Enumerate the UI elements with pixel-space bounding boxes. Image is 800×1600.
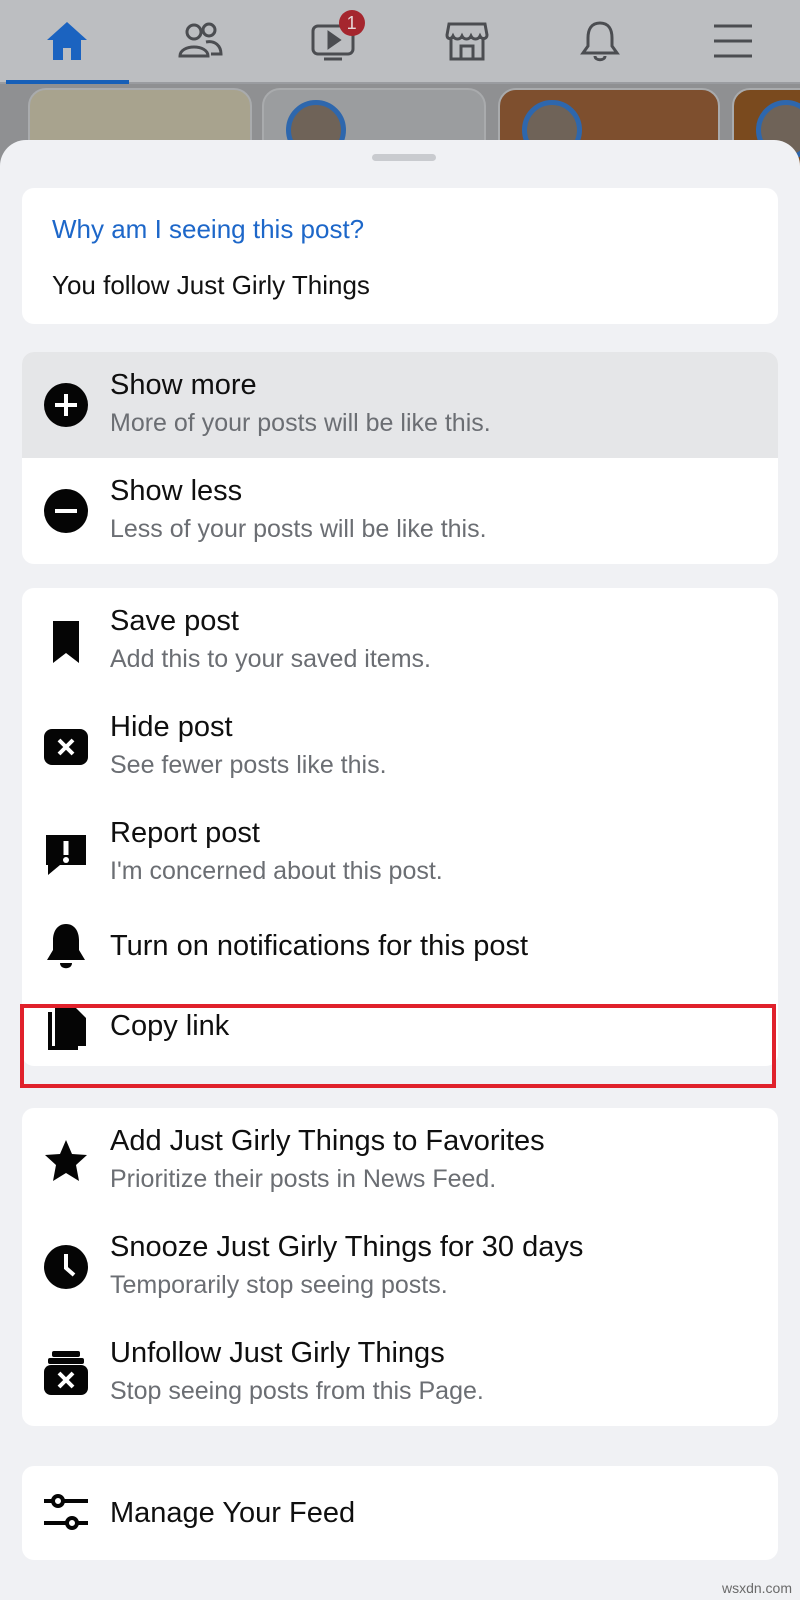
nav-watch[interactable]: 1 <box>267 0 400 82</box>
notifications-bell-icon <box>580 21 620 62</box>
option-title: Report post <box>110 817 260 849</box>
option-title: Add Just Girly Things to Favorites <box>110 1125 545 1157</box>
marketplace-icon <box>445 22 489 61</box>
option-subtitle: Add this to your saved items. <box>110 645 431 673</box>
option-subtitle: See fewer posts like this. <box>110 751 387 779</box>
copy-link-option[interactable]: Copy link <box>22 986 778 1066</box>
minus-circle-icon <box>42 487 90 535</box>
clock-icon <box>42 1243 90 1291</box>
option-title: Show more <box>110 369 257 401</box>
nav-menu[interactable] <box>667 0 800 82</box>
turn-on-notifications-option[interactable]: Turn on notifications for this post <box>22 906 778 986</box>
option-subtitle: Stop seeing posts from this Page. <box>110 1377 484 1405</box>
report-post-option[interactable]: Report post I'm concerned about this pos… <box>22 800 778 906</box>
option-subtitle: Temporarily stop seeing posts. <box>110 1271 448 1299</box>
menu-icon <box>714 24 753 58</box>
add-to-favorites-option[interactable]: Add Just Girly Things to Favorites Prior… <box>22 1108 778 1214</box>
option-title: Copy link <box>110 1010 230 1042</box>
post-actions-group: Save post Add this to your saved items. … <box>22 588 778 1066</box>
why-seeing-reason: You follow Just Girly Things <box>52 270 370 300</box>
hide-x-box-icon <box>42 723 90 771</box>
show-less-option[interactable]: Show less Less of your posts will be lik… <box>22 458 778 564</box>
option-subtitle: Less of your posts will be like this. <box>110 515 487 543</box>
option-title: Unfollow Just Girly Things <box>110 1337 445 1369</box>
option-subtitle: I'm concerned about this post. <box>110 857 443 885</box>
why-seeing-card[interactable]: Why am I seeing this post? You follow Ju… <box>22 188 778 324</box>
hide-post-option[interactable]: Hide post See fewer posts like this. <box>22 694 778 800</box>
watermark: wsxdn.com <box>721 1580 792 1596</box>
save-post-option[interactable]: Save post Add this to your saved items. <box>22 588 778 694</box>
sliders-icon <box>42 1489 90 1537</box>
sheet-drag-handle[interactable] <box>372 154 436 161</box>
manage-feed-option[interactable]: Manage Your Feed <box>22 1466 778 1560</box>
unfollow-option[interactable]: Unfollow Just Girly Things Stop seeing p… <box>22 1320 778 1426</box>
why-seeing-link[interactable]: Why am I seeing this post? <box>52 214 364 245</box>
option-title: Turn on notifications for this post <box>110 930 529 962</box>
snooze-option[interactable]: Snooze Just Girly Things for 30 days Tem… <box>22 1214 778 1320</box>
nav-notifications[interactable] <box>533 0 666 82</box>
page-actions-group: Add Just Girly Things to Favorites Prior… <box>22 1108 778 1426</box>
option-title: Snooze Just Girly Things for 30 days <box>110 1231 584 1263</box>
top-nav-bar: 1 <box>0 0 800 84</box>
star-icon <box>42 1137 90 1185</box>
option-title: Show less <box>110 475 243 507</box>
option-title: Manage Your Feed <box>110 1497 356 1529</box>
show-more-option[interactable]: Show more More of your posts will be lik… <box>22 352 778 458</box>
home-icon <box>46 22 87 60</box>
option-title: Hide post <box>110 711 233 743</box>
feedback-group: Show more More of your posts will be lik… <box>22 352 778 564</box>
option-title: Save post <box>110 605 239 637</box>
friends-icon <box>178 22 223 58</box>
plus-circle-icon <box>42 381 90 429</box>
nav-marketplace[interactable] <box>400 0 533 82</box>
unfollow-box-icon <box>42 1349 90 1397</box>
watch-badge: 1 <box>338 10 365 36</box>
stories-strip <box>0 86 800 172</box>
post-options-sheet: Why am I seeing this post? You follow Ju… <box>0 140 800 1600</box>
nav-friends[interactable] <box>133 0 266 82</box>
copy-link-icon <box>42 1002 90 1050</box>
bookmark-icon <box>42 617 90 665</box>
report-exclamation-icon <box>42 829 90 877</box>
bell-icon <box>42 922 90 970</box>
option-subtitle: More of your posts will be like this. <box>110 409 491 437</box>
option-subtitle: Prioritize their posts in News Feed. <box>110 1165 497 1193</box>
manage-feed-group: Manage Your Feed <box>22 1466 778 1560</box>
nav-home[interactable] <box>0 0 133 84</box>
